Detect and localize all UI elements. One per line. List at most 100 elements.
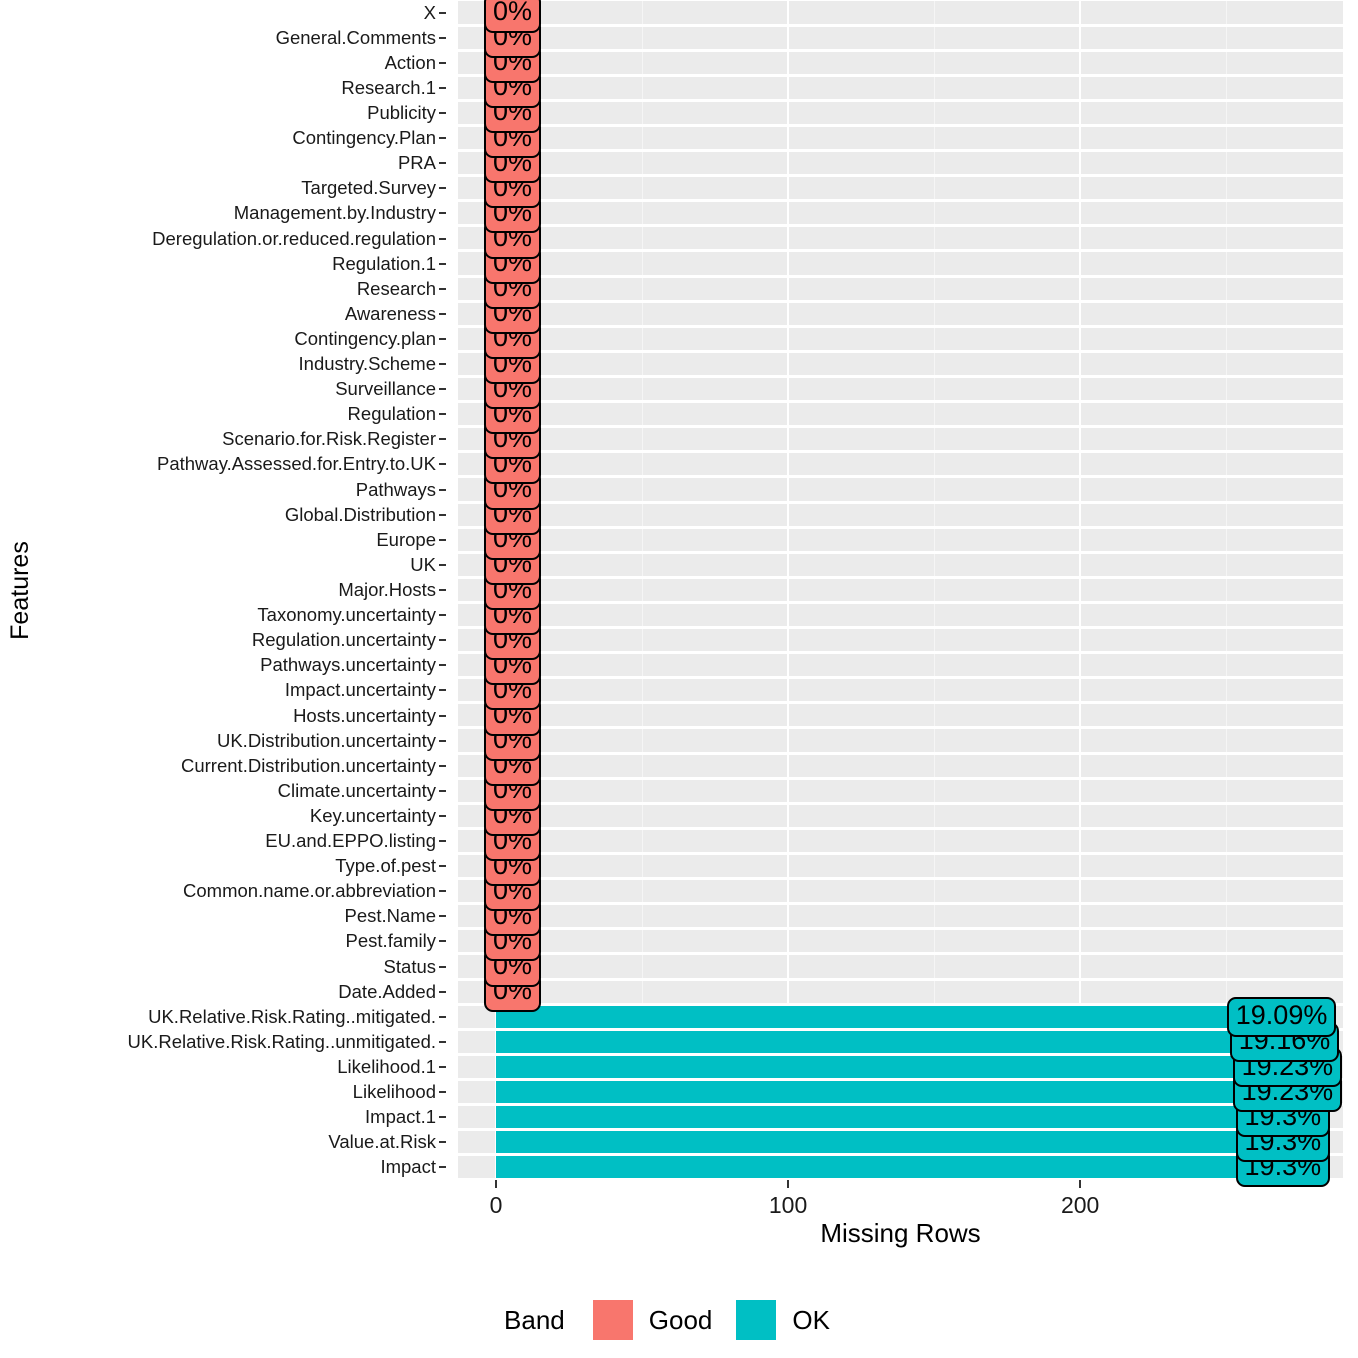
y-axis-tick-mark [439,589,446,591]
y-axis-tick-mark [439,438,446,441]
y-axis-tick-label: Regulation.1 [332,252,436,274]
grid-line-row [458,374,1343,378]
grid-line-row [458,425,1343,429]
x-axis-tick-label: 200 [1060,1192,1100,1218]
grid-line-row [458,73,1343,77]
y-axis-tick-mark [439,463,446,466]
y-axis-tick-mark [439,1091,446,1094]
y-axis-tick-label: Impact [380,1156,436,1178]
grid-line-row [458,23,1343,27]
grid-line-row [458,475,1343,479]
y-axis-tick-label: Awareness [344,302,436,324]
grid-line-row [458,952,1343,956]
x-axis-tick-mark [787,1180,790,1188]
y-axis-tick-mark [439,890,446,893]
grid-line-row [458,801,1343,805]
y-axis-tick-label: Pathways.uncertainty [260,654,436,676]
y-axis-tick-label: Europe [376,528,436,550]
grid-line-row [458,550,1343,554]
legend-label: OK [792,1304,830,1335]
y-axis-tick-mark [439,639,446,642]
y-axis-tick-mark [439,11,446,14]
bar [495,1106,1250,1129]
grid-line-row [458,0,1343,2]
y-axis-tick-mark [439,1116,446,1119]
x-axis-tick-label: 100 [768,1192,808,1218]
y-axis-tick-label: UK.Relative.Risk.Rating..mitigated. [148,1005,436,1027]
y-axis-tick-label: Common.name.or.abbreviation [183,880,436,902]
y-axis-title: Features [0,0,40,1180]
legend-item[interactable]: OK [736,1300,830,1340]
y-axis-tick-mark [439,363,446,366]
y-axis-tick-label: EU.and.EPPO.listing [265,830,436,852]
grid-line-row [458,726,1343,730]
y-axis-tick-mark [439,237,446,240]
y-axis-tick-mark [439,36,446,39]
grid-line-row [458,600,1343,604]
legend-items: Good OK [592,1300,854,1340]
y-axis-tick-mark [439,789,446,792]
y-axis-tick-mark [439,388,446,391]
grid-line-row [458,249,1343,253]
y-axis-tick-mark [439,1015,446,1018]
grid-line-row [458,701,1343,705]
y-axis-tick-mark [439,86,446,89]
grid-line-row [458,902,1343,906]
y-axis-tick-mark [439,262,446,265]
y-axis-tick-label: Status [383,955,436,977]
y-axis-tick-label: Pest.family [345,930,436,952]
grid-line-row [458,676,1343,680]
y-axis-tick-label: Publicity [367,101,436,123]
y-axis-tick-mark [439,915,446,918]
bar [495,1156,1250,1179]
y-axis-tick-mark [439,990,446,993]
grid-line-row [458,199,1343,203]
y-axis-tick-mark [439,563,446,566]
y-axis-tick-mark [439,187,446,190]
y-axis-tick-label: Likelihood [352,1081,436,1103]
y-axis-tick-label: Current.Distribution.uncertainty [181,754,436,776]
legend-key-swatch [592,1300,633,1340]
grid-line-row [458,98,1343,102]
y-axis-tick-label: Contingency.plan [294,327,436,349]
y-axis-tick-label: UK [410,553,436,575]
plot-panel-background [458,0,1343,1180]
x-axis-tick-mark [1079,1180,1082,1188]
y-axis-tick-mark [439,739,446,742]
y-axis-tick-mark [439,814,446,817]
grid-line-row [458,877,1343,881]
grid-line-row [458,575,1343,579]
y-axis-tick-label: Pathway.Assessed.for.Entry.to.UK [157,453,436,475]
grid-line-row [458,651,1343,655]
plot-panel: 0% 0% 0% 0% 0% 0% 0% 0% 0% 0% 0% 0% 0% 0% 0% 0% 0% 0% 0% 0%… [458,0,1343,1188]
y-axis-tick-mark [439,940,446,943]
grid-line-row [458,349,1343,353]
y-axis-tick-labels: X General.Comments Action Research.1 Publici… [40,0,446,1180]
x-axis-tick-mark [494,1180,497,1188]
y-axis-tick-mark [439,513,446,516]
grid-line-row [458,400,1343,404]
y-axis-tick-label: Impact.1 [365,1106,436,1128]
grid-line-row [458,48,1343,52]
grid-line-row [458,324,1343,328]
y-axis-tick-label: Pathways [355,478,436,500]
grid-line-row [458,776,1343,780]
bar [495,1005,1241,1028]
chart-root: Features X General.Comments Action Research… [0,0,1358,1358]
y-axis-tick-mark [439,865,446,868]
grid-line-row [458,149,1343,153]
y-axis-tick-mark [439,337,446,340]
y-axis-tick-mark [439,61,446,64]
grid-line-row [458,224,1343,228]
legend: Band Good OK [0,1290,1358,1350]
y-axis-tick-mark [439,965,446,968]
y-axis-tick-label: Global.Distribution [284,503,436,525]
y-axis-tick-label: UK.Relative.Risk.Rating..unmitigated. [127,1030,436,1052]
y-axis-tick-mark [439,538,446,541]
legend-item[interactable]: Good [592,1300,712,1340]
y-axis-tick-label: Taxonomy.uncertainty [257,604,436,626]
y-axis-tick-mark [439,488,446,491]
bar [495,1081,1247,1104]
y-axis-tick-label: Deregulation.or.reduced.regulation [152,227,436,249]
y-axis-tick-label: Impact.uncertainty [284,679,436,701]
